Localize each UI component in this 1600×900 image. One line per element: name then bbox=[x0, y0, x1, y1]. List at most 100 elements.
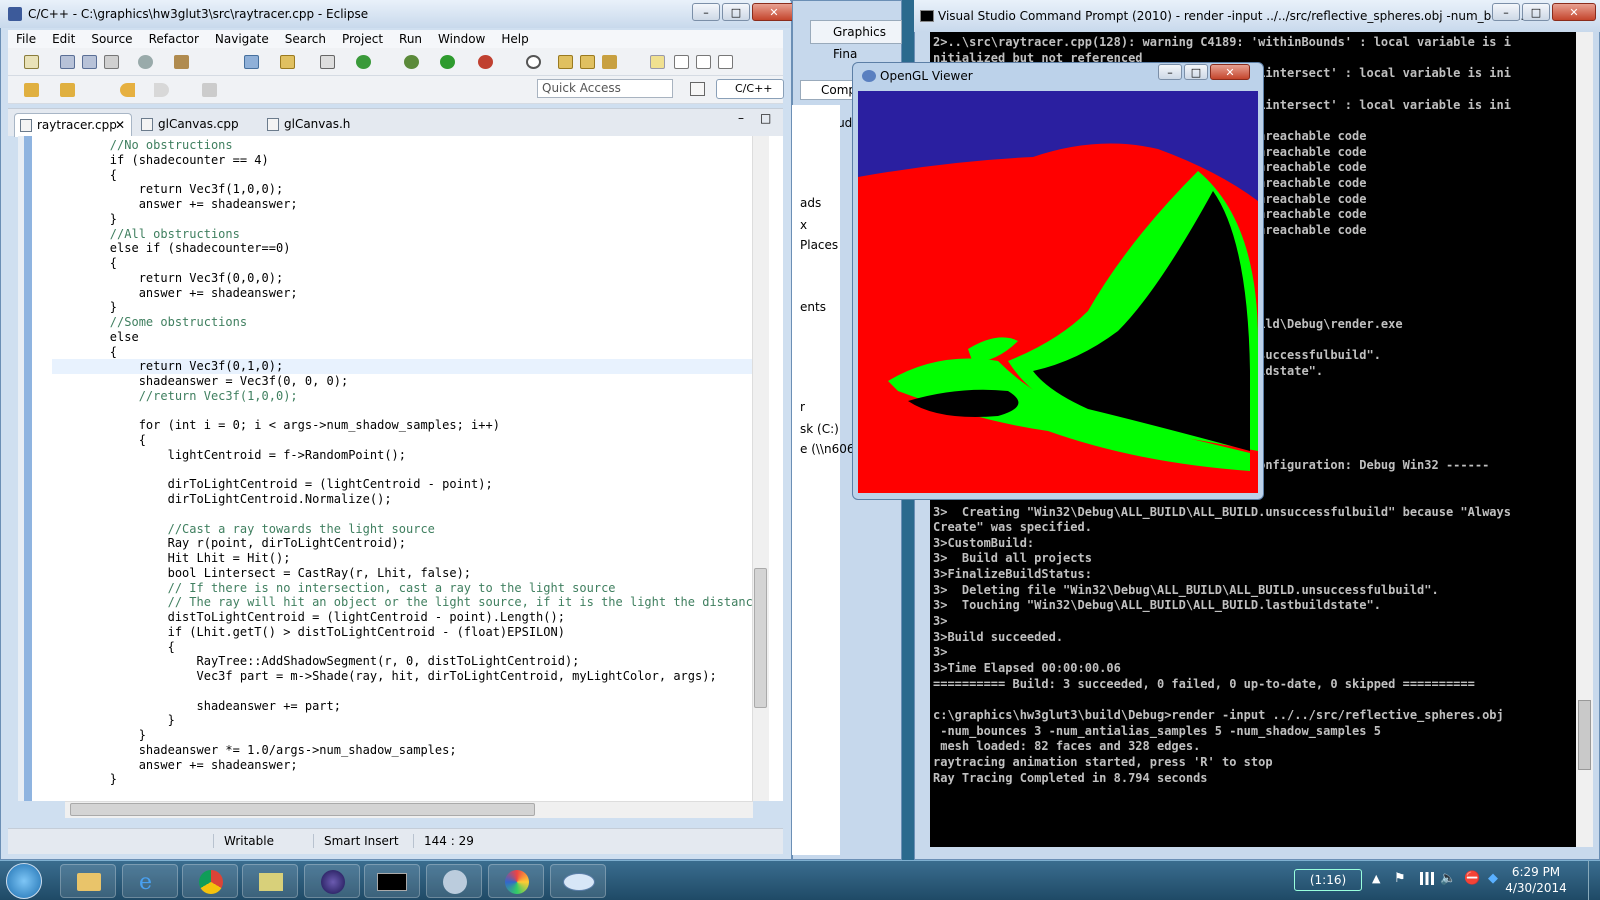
taskbar-cmd[interactable] bbox=[364, 864, 420, 898]
code-line[interactable]: } bbox=[52, 212, 117, 227]
menu-search[interactable]: Search bbox=[277, 30, 334, 48]
start-button[interactable] bbox=[6, 863, 42, 899]
external-tools-icon[interactable] bbox=[478, 55, 493, 69]
nav-item[interactable]: ads bbox=[800, 196, 821, 210]
nav-item[interactable]: ents bbox=[800, 300, 826, 314]
save-icon[interactable] bbox=[60, 55, 75, 69]
open-resource-icon[interactable] bbox=[580, 55, 595, 69]
code-line[interactable]: if (Lhit.getT() > distToLightCentroid - … bbox=[52, 625, 565, 640]
maximize-button[interactable]: □ bbox=[722, 3, 750, 21]
nav-item[interactable]: Places bbox=[800, 238, 838, 252]
maximize-button[interactable]: □ bbox=[1184, 64, 1208, 80]
code-line[interactable]: dirToLightCentroid = (lightCentroid - po… bbox=[52, 477, 493, 492]
code-line[interactable]: //Some obstructions bbox=[52, 315, 247, 330]
brush-icon[interactable] bbox=[602, 55, 617, 69]
code-line[interactable]: // If there is no intersection, cast a r… bbox=[52, 581, 616, 596]
class-icon[interactable] bbox=[320, 55, 335, 69]
open-type-icon[interactable] bbox=[558, 55, 573, 69]
code-line[interactable]: { bbox=[52, 345, 117, 360]
eclipse-title-bar[interactable]: C/C++ - C:\graphics\hw3glut3\src\raytrac… bbox=[0, 0, 790, 28]
code-line[interactable]: if (shadecounter == 4) bbox=[52, 153, 269, 168]
close-button[interactable]: ✕ bbox=[752, 3, 796, 21]
build-icon[interactable] bbox=[138, 55, 153, 69]
maximize-editor-icon[interactable]: □ bbox=[760, 111, 771, 125]
tab-glcanvas-h[interactable]: glCanvas.h bbox=[262, 113, 362, 137]
menu-source[interactable]: Source bbox=[83, 30, 140, 48]
show-hidden-icons[interactable]: ▲ bbox=[1372, 872, 1380, 885]
menu-project[interactable]: Project bbox=[334, 30, 391, 48]
menu-run[interactable]: Run bbox=[391, 30, 430, 48]
close-button[interactable]: ✕ bbox=[1552, 3, 1596, 21]
code-lines[interactable]: //No obstructions if (shadecounter == 4)… bbox=[52, 136, 752, 801]
hammer-icon[interactable] bbox=[174, 55, 189, 69]
taskbar-ie[interactable]: e bbox=[122, 864, 178, 898]
paragraph-icon[interactable] bbox=[718, 55, 733, 69]
show-desktop-button[interactable] bbox=[1588, 861, 1600, 900]
search-icon[interactable] bbox=[526, 55, 541, 69]
pin-icon[interactable] bbox=[202, 83, 217, 97]
nav-item[interactable]: r bbox=[800, 400, 805, 414]
code-line[interactable]: shadeanswer += part; bbox=[52, 699, 341, 714]
menu-file[interactable]: File bbox=[8, 30, 44, 48]
tab-raytracer-cpp[interactable]: raytracer.cpp ✕ bbox=[14, 113, 132, 137]
code-line[interactable]: //return Vec3f(1,0,0); bbox=[52, 389, 298, 404]
taskbar-app[interactable] bbox=[426, 864, 482, 898]
tab-glcanvas-cpp[interactable]: glCanvas.cpp bbox=[136, 113, 254, 137]
code-line[interactable]: answer += shadeanswer; bbox=[52, 758, 298, 773]
clock[interactable]: 6:29 PM 4/30/2014 bbox=[1496, 864, 1576, 896]
code-line[interactable]: { bbox=[52, 256, 117, 271]
code-line[interactable]: //All obstructions bbox=[52, 227, 240, 242]
minimize-button[interactable]: – bbox=[1492, 3, 1520, 21]
code-line[interactable]: bool Lintersect = CastRay(r, Lhit, false… bbox=[52, 566, 471, 581]
close-tab-icon[interactable]: ✕ bbox=[115, 114, 125, 136]
menu-help[interactable]: Help bbox=[493, 30, 536, 48]
code-line[interactable]: answer += shadeanswer; bbox=[52, 197, 298, 212]
code-line[interactable]: //Cast a ray towards the light source bbox=[52, 522, 435, 537]
minimize-button[interactable]: – bbox=[692, 3, 720, 21]
highlight-icon[interactable] bbox=[650, 55, 665, 69]
new-project-icon[interactable] bbox=[244, 55, 259, 69]
refresh-icon[interactable] bbox=[356, 55, 371, 69]
forward-arrow-icon[interactable] bbox=[154, 83, 169, 97]
next-annotation-icon[interactable] bbox=[24, 83, 39, 97]
menu-navigate[interactable]: Navigate bbox=[207, 30, 277, 48]
debug-icon[interactable] bbox=[404, 55, 419, 69]
explorer-tab[interactable]: Graphics Fina bbox=[810, 20, 902, 61]
code-line[interactable]: Ray r(point, dirToLightCentroid); bbox=[52, 536, 406, 551]
code-line[interactable]: shadeanswer *= 1.0/args->num_shadow_samp… bbox=[52, 743, 457, 758]
save-all-icon[interactable] bbox=[82, 55, 97, 69]
taskbar-libraries[interactable] bbox=[242, 864, 298, 898]
taskbar-explorer[interactable] bbox=[60, 864, 116, 898]
volume-icon[interactable]: 🔈 bbox=[1440, 871, 1456, 886]
code-line[interactable]: answer += shadeanswer; bbox=[52, 286, 298, 301]
code-line[interactable]: shadeanswer = Vec3f(0, 0, 0); bbox=[52, 374, 349, 389]
code-line[interactable]: else if (shadecounter==0) bbox=[52, 241, 291, 256]
code-line[interactable]: distToLightCentroid = (lightCentroid - p… bbox=[52, 610, 565, 625]
menu-window[interactable]: Window bbox=[430, 30, 493, 48]
taskbar-chrome[interactable] bbox=[182, 864, 238, 898]
maximize-button[interactable]: □ bbox=[1522, 3, 1550, 21]
code-line[interactable]: else bbox=[52, 330, 139, 345]
code-line[interactable]: dirToLightCentroid.Normalize(); bbox=[52, 492, 392, 507]
code-line[interactable]: } bbox=[52, 713, 175, 728]
code-line[interactable]: Hit Lhit = Hit(); bbox=[52, 551, 291, 566]
new-icon[interactable] bbox=[24, 55, 39, 69]
code-line[interactable]: } bbox=[52, 728, 146, 743]
code-line[interactable]: return Vec3f(0,0,0); bbox=[52, 271, 284, 286]
run-icon[interactable] bbox=[440, 55, 455, 69]
code-line[interactable]: { bbox=[52, 640, 175, 655]
nav-item[interactable]: sk (C:) bbox=[800, 422, 839, 436]
alert-icon[interactable]: ⛔ bbox=[1464, 871, 1480, 886]
back-arrow-icon[interactable] bbox=[120, 83, 135, 97]
flag-icon[interactable]: ⚑ bbox=[1394, 871, 1406, 886]
code-line[interactable]: return Vec3f(1,0,0); bbox=[52, 182, 284, 197]
code-line[interactable]: //No obstructions bbox=[52, 138, 233, 153]
code-line[interactable]: } bbox=[52, 300, 117, 315]
quick-access-input[interactable]: Quick Access bbox=[537, 79, 673, 98]
network-icon[interactable] bbox=[1420, 872, 1434, 885]
print-icon[interactable] bbox=[104, 55, 119, 69]
minimize-editor-icon[interactable]: – bbox=[738, 111, 744, 125]
horizontal-scroll-thumb[interactable] bbox=[70, 803, 535, 816]
prev-annotation-icon[interactable] bbox=[60, 83, 75, 97]
code-line[interactable]: { bbox=[52, 433, 146, 448]
